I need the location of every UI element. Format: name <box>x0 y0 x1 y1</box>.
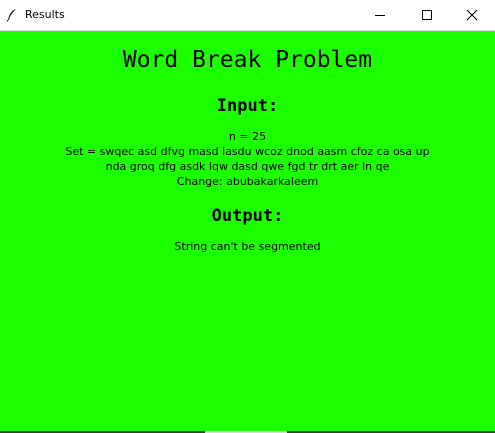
set-label-line-2: nda groq dfg asdk lqw dasd qwe fgd tr dr… <box>105 160 390 173</box>
feather-icon <box>6 9 16 22</box>
page-title: Word Break Problem <box>122 47 373 73</box>
change-label: Change: abubakarkaleem <box>176 175 319 188</box>
input-heading: Input: <box>216 96 279 116</box>
minimize-icon <box>375 15 385 16</box>
title-bar[interactable]: Results <box>0 0 495 31</box>
maximize-icon <box>422 10 432 20</box>
results-panel: Word Break Problem Input: n = 25 Set = s… <box>0 31 495 431</box>
window-title: Results <box>25 8 65 21</box>
n-value-label: n = 25 <box>228 130 267 143</box>
maximize-button[interactable] <box>403 0 449 31</box>
output-heading: Output: <box>211 206 284 226</box>
close-icon <box>466 9 478 21</box>
results-window: Results Word Break Problem Input: n = 25… <box>0 0 495 433</box>
minimize-button[interactable] <box>357 0 403 31</box>
result-label: String can't be segmented <box>174 240 321 253</box>
set-label-line-1: Set = swqec asd dfvg masd lasdu wcoz dno… <box>65 145 430 158</box>
close-button[interactable] <box>449 0 495 31</box>
